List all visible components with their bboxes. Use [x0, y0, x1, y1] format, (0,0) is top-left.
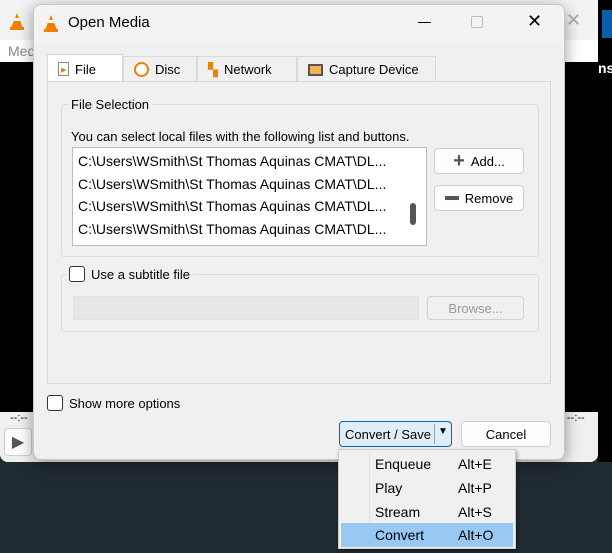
file-list[interactable]: C:\Users\WSmith\St Thomas Aquinas CMAT\D…	[72, 147, 427, 246]
dialog-title: Open Media	[68, 14, 150, 31]
menu-item-stream[interactable]: Stream Alt+S	[341, 500, 513, 524]
tab-capture-device[interactable]: Capture Device	[297, 56, 436, 82]
menu-item-label: Stream	[375, 504, 421, 520]
list-item[interactable]: C:\Users\WSmith\St Thomas Aquinas CMAT\D…	[73, 150, 403, 173]
close-button[interactable]: ✕	[527, 11, 542, 32]
cancel-button[interactable]: Cancel	[461, 421, 551, 447]
vlc-logo-icon	[44, 15, 58, 32]
file-tab-panel: File Selection You can select local file…	[47, 81, 551, 384]
remove-button[interactable]: Remove	[434, 185, 524, 211]
tab-label: Disc	[155, 62, 181, 77]
tab-file[interactable]: ▶ File	[47, 54, 123, 83]
disc-icon	[134, 62, 149, 77]
maximize-button[interactable]	[471, 16, 483, 28]
file-selection-legend: File Selection	[68, 97, 153, 112]
menu-item-shortcut: Alt+O	[458, 527, 494, 543]
background-close-icon[interactable]: ✕	[566, 10, 581, 31]
open-media-dialog: Open Media ✕ ▶ File Disc ▚ Network Captu…	[33, 4, 565, 460]
tab-label: Capture Device	[329, 62, 419, 77]
background-text: ns	[598, 60, 612, 76]
menu-item-shortcut: Alt+E	[458, 456, 492, 472]
file-icon: ▶	[58, 62, 69, 76]
split-divider	[434, 424, 435, 444]
dialog-titlebar: Open Media ✕	[34, 5, 564, 43]
subtitle-file-input[interactable]	[73, 296, 419, 320]
list-item[interactable]: C:\Users\WSmith\St Thomas Aquinas CMAT\D…	[73, 173, 403, 196]
convert-save-dropdown-menu: Enqueue Alt+E Play Alt+P Stream Alt+S Conve…	[338, 449, 516, 549]
show-more-options-checkbox[interactable]	[47, 395, 63, 411]
convert-save-split-button[interactable]: Convert / Save ▼	[339, 421, 452, 447]
play-button[interactable]: ▶	[4, 428, 32, 456]
convert-save-button[interactable]: Convert / Save	[345, 427, 431, 442]
menu-item-label: Play	[375, 480, 403, 496]
tab-disc[interactable]: Disc	[123, 56, 197, 82]
chevron-down-icon[interactable]: ▼	[438, 426, 448, 437]
menu-item-enqueue[interactable]: Enqueue Alt+E	[341, 452, 513, 476]
menu-item-label: Enqueue	[375, 456, 432, 472]
menu-item-label: Convert	[375, 527, 425, 543]
show-more-options-label: Show more options	[69, 395, 181, 411]
elapsed-time: --:--	[10, 412, 28, 424]
scrollbar-thumb[interactable]	[410, 203, 416, 225]
remove-label: Remove	[464, 190, 514, 206]
file-selection-description: You can select local files with the foll…	[71, 129, 410, 144]
total-time: --:--	[567, 412, 585, 424]
subtitle-checkbox[interactable]	[69, 266, 85, 282]
vlc-logo-icon	[10, 13, 24, 30]
play-icon: ▶	[11, 434, 25, 451]
tab-label: Network	[224, 62, 272, 77]
list-item[interactable]: C:\Users\WSmith\St Thomas Aquinas CMAT\D…	[73, 195, 403, 218]
menu-item-shortcut: Alt+S	[458, 504, 492, 520]
subtitle-checkbox-row[interactable]: Use a subtitle file	[66, 266, 193, 282]
menu-item-convert[interactable]: Convert Alt+O	[341, 523, 513, 547]
list-item[interactable]: C:\Users\WSmith\St Thomas Aquinas CMAT\D…	[73, 218, 403, 241]
plus-icon: +	[453, 149, 465, 172]
browse-button[interactable]: Browse...	[427, 296, 524, 320]
subtitle-label: Use a subtitle file	[91, 266, 190, 282]
show-more-options-row[interactable]: Show more options	[47, 395, 180, 411]
minus-icon	[444, 196, 459, 200]
capture-device-icon	[308, 63, 323, 76]
menu-item-play[interactable]: Play Alt+P	[341, 476, 513, 500]
tab-network[interactable]: ▚ Network	[197, 56, 297, 82]
add-button[interactable]: + Add...	[434, 148, 524, 174]
background-right-window: ns	[598, 0, 612, 462]
tab-label: File	[75, 61, 96, 77]
minimize-button[interactable]	[418, 22, 431, 23]
menu-item-shortcut: Alt+P	[458, 480, 492, 496]
network-icon: ▚	[208, 61, 218, 77]
add-label: Add...	[470, 153, 505, 169]
